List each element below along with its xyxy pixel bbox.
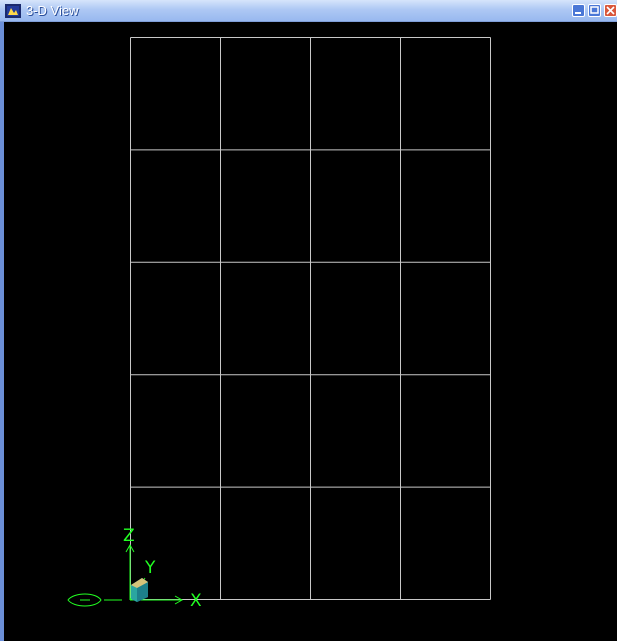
- x-axis-label: X: [190, 591, 202, 611]
- model-viewport[interactable]: Z Y X: [4, 22, 617, 641]
- view-direction-icon: [67, 593, 122, 607]
- y-axis-label: Y: [145, 558, 156, 578]
- app-icon: [5, 4, 21, 18]
- window-3d-view: 3-D View Z Y X: [0, 0, 617, 641]
- title-bar[interactable]: 3-D View: [0, 0, 617, 22]
- frame-grid: [130, 37, 491, 600]
- maximize-button[interactable]: [588, 4, 601, 17]
- minimize-button[interactable]: [572, 4, 585, 17]
- close-icon: [606, 6, 615, 15]
- maximize-icon: [590, 6, 599, 14]
- frame-model-drawing[interactable]: [4, 22, 617, 641]
- minimize-icon: [575, 12, 581, 14]
- origin-cube-icon: [131, 578, 148, 602]
- z-axis-label: Z: [123, 526, 135, 546]
- close-button[interactable]: [604, 4, 617, 17]
- window-title: 3-D View: [26, 3, 79, 18]
